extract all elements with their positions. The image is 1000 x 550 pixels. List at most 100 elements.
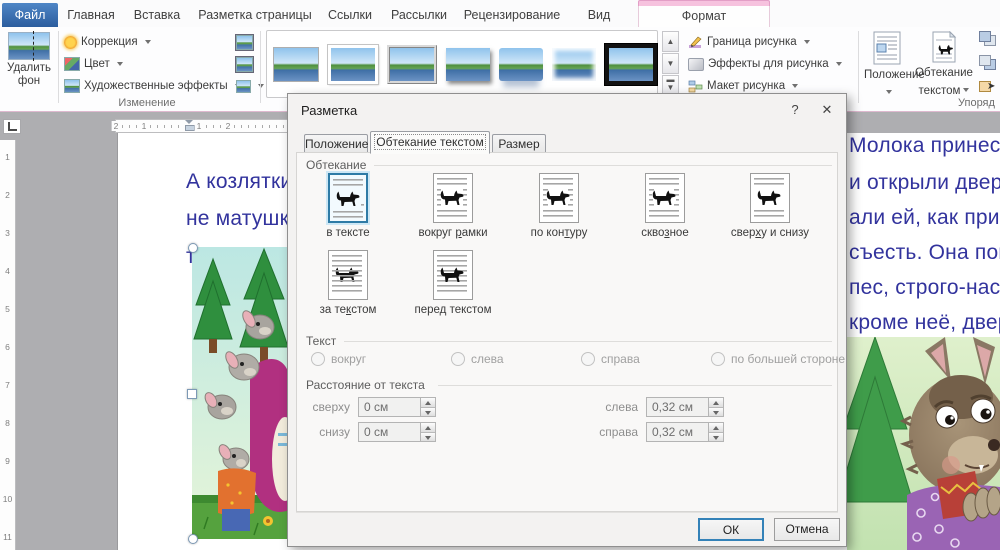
ribbon-tab-5[interactable]: Рассылки — [386, 3, 452, 27]
spin-down-icon[interactable] — [421, 433, 435, 442]
selection-handle[interactable] — [188, 534, 198, 544]
radio-circle — [711, 352, 725, 366]
picture-effects-label: Эффекты для рисунка — [708, 58, 829, 70]
ribbon-tab-6[interactable]: Рецензирование — [456, 3, 568, 27]
v-ruler-number: 8 — [0, 418, 15, 428]
distance-value-1: 0 см — [364, 400, 388, 414]
radio-label: по большей стороне — [731, 352, 845, 366]
compress-picture-button[interactable] — [236, 32, 253, 52]
chevron-down-icon — [145, 40, 151, 44]
position-button[interactable]: Положение — [864, 31, 910, 101]
wrap-option-through[interactable] — [645, 173, 685, 223]
wrap-option-tight[interactable] — [539, 173, 579, 223]
send-backward-icon[interactable] — [979, 55, 996, 70]
spin-up-icon[interactable] — [421, 398, 435, 408]
ribbon-tab-2[interactable]: Вставка — [126, 3, 188, 27]
corrections-button[interactable]: Коррекция — [64, 32, 151, 52]
vertical-ruler[interactable]: 1234567891011 — [0, 140, 16, 550]
picture-style-thumb-2[interactable] — [328, 45, 378, 84]
wrap-text-icon — [931, 31, 957, 63]
reset-picture-icon — [236, 80, 251, 93]
arrange-mini-buttons: ➤ — [977, 31, 999, 103]
dialog-tab-2[interactable]: Обтекание текстом — [370, 131, 490, 154]
radio-4[interactable]: по большей стороне — [711, 352, 845, 366]
dialog-tab-1[interactable]: Положение — [304, 134, 368, 153]
horizontal-ruler[interactable]: 2112 — [115, 119, 311, 133]
distance-input-2[interactable]: 0 см — [358, 422, 436, 442]
ribbon-tab-7[interactable]: Вид — [576, 3, 622, 27]
selection-handle[interactable] — [187, 389, 197, 399]
distance-input-4[interactable]: 0,32 см — [646, 422, 724, 442]
wrapping-group-label: Обтекание — [306, 158, 366, 172]
distance-value-4: 0,32 см — [652, 425, 693, 439]
ribbon-tab-3[interactable]: Разметка страницы — [194, 3, 316, 27]
adjust-group-label: Изменение — [62, 97, 232, 109]
spin-down-icon[interactable] — [709, 408, 723, 417]
ribbon-tab-4[interactable]: Ссылки — [322, 3, 378, 27]
distance-input-1[interactable]: 0 см — [358, 397, 436, 417]
radio-1[interactable]: вокруг — [311, 352, 366, 366]
spin-up-icon[interactable] — [709, 423, 723, 433]
wolf-picture[interactable] — [847, 337, 1000, 550]
gallery-down-button[interactable]: ▼ — [662, 53, 679, 74]
spin-up-icon[interactable] — [709, 398, 723, 408]
wrap-option-label-tight: по контуру — [499, 227, 619, 239]
wrap-behind-icon — [329, 251, 365, 297]
picture-style-thumb-1[interactable] — [273, 47, 319, 82]
color-button[interactable]: Цвет — [64, 54, 123, 74]
wrap-option-inline[interactable] — [328, 173, 368, 223]
group-separator — [260, 31, 261, 103]
wrap-option-behind[interactable] — [328, 250, 368, 300]
bring-forward-icon[interactable] — [979, 31, 996, 46]
group-separator — [858, 31, 859, 103]
wrap-option-topbottom[interactable] — [750, 173, 790, 223]
wrap-option-label-through: сквозное — [605, 227, 725, 239]
tab-selector[interactable] — [3, 119, 21, 134]
radio-3[interactable]: справа — [581, 352, 640, 366]
wrap-option-front[interactable] — [433, 250, 473, 300]
wrap-text-button[interactable]: Обтекание текстом — [914, 31, 974, 99]
ok-button[interactable]: ОК — [698, 518, 764, 541]
wrap-option-square[interactable] — [433, 173, 473, 223]
spin-down-icon[interactable] — [709, 433, 723, 442]
selection-pane-icon[interactable]: ➤ — [979, 79, 996, 94]
dialog-tab-3[interactable]: Размер — [492, 134, 546, 153]
radio-label: справа — [601, 352, 640, 366]
indent-marker[interactable] — [185, 120, 194, 132]
close-icon[interactable]: ✕ — [818, 101, 836, 118]
chevron-down-icon — [117, 62, 123, 66]
goats-picture[interactable] — [192, 247, 291, 539]
radio-label: слева — [471, 352, 504, 366]
cancel-button[interactable]: Отмена — [774, 518, 840, 541]
selection-handle[interactable] — [188, 243, 198, 253]
ribbon-tab-1[interactable]: Главная — [62, 3, 120, 27]
v-ruler-number: 1 — [0, 152, 15, 162]
help-button[interactable]: ? — [786, 101, 804, 118]
distance-label-2: снизу — [302, 425, 350, 439]
picture-border-label: Граница рисунка — [707, 36, 797, 48]
tab-format[interactable]: Формат — [638, 6, 770, 27]
corrections-label: Коррекция — [81, 36, 138, 48]
color-label: Цвет — [84, 58, 110, 70]
picture-style-thumb-5[interactable] — [499, 48, 543, 81]
dialog-title: Разметка — [301, 103, 357, 118]
picture-style-thumb-7[interactable] — [605, 44, 657, 85]
picture-border-button[interactable]: Граница рисунка — [688, 32, 810, 52]
document-text-line: и открыли дверь, — [849, 171, 1000, 195]
spin-up-icon[interactable] — [421, 423, 435, 433]
remove-background-button[interactable]: Удалить фон — [4, 31, 54, 99]
artistic-effects-button[interactable]: Художественные эффекты — [64, 76, 241, 96]
radio-2[interactable]: слева — [451, 352, 504, 366]
distance-value-2: 0 см — [364, 425, 388, 439]
picture-style-thumb-4[interactable] — [446, 48, 490, 81]
change-picture-button[interactable] — [236, 54, 253, 74]
document-text-line: пес, строго-настр — [849, 276, 1000, 300]
picture-style-thumb-6[interactable] — [552, 48, 596, 81]
word-window: Файл ГлавнаяВставкаРазметка страницыСсыл… — [0, 0, 1000, 550]
v-ruler-number: 10 — [0, 494, 15, 504]
picture-effects-button[interactable]: Эффекты для рисунка — [688, 54, 842, 74]
gallery-up-button[interactable]: ▲ — [662, 31, 679, 52]
spin-down-icon[interactable] — [421, 408, 435, 417]
picture-style-thumb-3[interactable] — [387, 45, 437, 84]
distance-input-3[interactable]: 0,32 см — [646, 397, 724, 417]
